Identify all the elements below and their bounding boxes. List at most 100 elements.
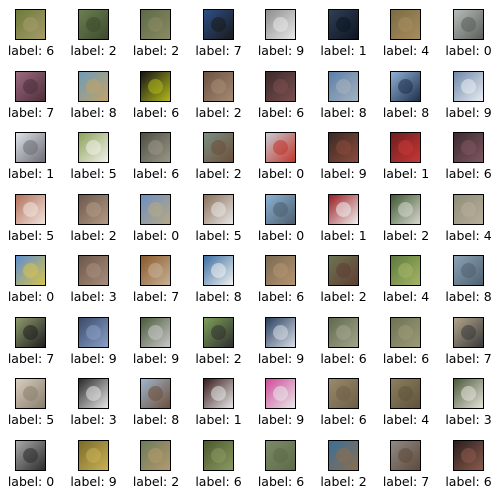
thumbnail-subject	[460, 263, 476, 278]
thumbnail-label: label: 2	[195, 104, 242, 120]
thumbnail-subject	[85, 324, 101, 340]
thumbnail-label: label: 6	[195, 473, 242, 489]
grid-cell: label: 3	[63, 378, 125, 440]
thumbnail-image	[15, 378, 46, 409]
grid-cell: label: 6	[188, 439, 250, 502]
grid-cell: label: 5	[63, 132, 125, 194]
thumbnail-label: label: 0	[7, 473, 55, 489]
thumbnail-image	[140, 255, 171, 286]
thumbnail-image	[390, 193, 421, 225]
thumbnail-subject	[210, 263, 226, 278]
thumbnail-image	[77, 255, 109, 286]
thumbnail-label: label: 2	[132, 473, 180, 489]
grid-cell: label: 5	[0, 193, 62, 256]
thumbnail-label: label: 7	[7, 350, 55, 366]
thumbnail-label: label: 1	[320, 227, 367, 243]
thumbnail-image	[327, 316, 359, 348]
thumbnail-subject	[210, 201, 226, 217]
thumbnail-label: label: 6	[7, 43, 55, 58]
thumbnail-subject	[398, 140, 413, 155]
thumbnail-label: label: 3	[445, 412, 492, 427]
grid-cell: label: 1	[313, 193, 375, 256]
grid-cell: label: 9	[250, 9, 312, 71]
thumbnail-image	[202, 132, 234, 163]
thumbnail-subject	[148, 447, 163, 463]
thumbnail-label: label: 2	[320, 289, 367, 304]
thumbnail-subject	[335, 386, 351, 401]
thumbnail-image	[390, 70, 421, 102]
grid-cell: label: 7	[438, 316, 500, 379]
thumbnail-image	[452, 255, 484, 286]
grid-cell: label: 2	[63, 9, 125, 71]
thumbnail-subject	[460, 17, 476, 32]
thumbnail-label: label: 9	[320, 166, 367, 181]
thumbnail-image	[265, 70, 296, 102]
thumbnail-subject	[273, 386, 288, 401]
grid-cell: label: 2	[63, 193, 125, 256]
thumbnail-image	[202, 316, 234, 348]
grid-cell: label: 7	[0, 70, 62, 133]
thumbnail-image	[327, 255, 359, 286]
thumbnail-label: label: 6	[257, 289, 305, 304]
grid-cell: label: 9	[250, 378, 312, 440]
grid-cell: label: 2	[188, 70, 250, 133]
thumbnail-subject	[210, 140, 226, 155]
grid-cell: label: 2	[375, 193, 437, 256]
thumbnail-subject	[148, 140, 163, 155]
thumbnail-image	[390, 316, 421, 348]
thumbnail-image	[140, 378, 171, 409]
grid-cell: label: 8	[125, 378, 187, 440]
thumbnail-image	[140, 316, 171, 348]
thumbnail-image	[452, 132, 484, 163]
thumbnail-subject	[210, 447, 226, 463]
thumbnail-label: label: 7	[195, 43, 242, 58]
thumbnail-label: label: 0	[7, 289, 55, 304]
thumbnail-image	[140, 70, 171, 102]
thumbnail-label: label: 4	[445, 227, 492, 243]
thumbnail-subject	[148, 263, 163, 278]
thumbnail-image	[15, 316, 46, 348]
thumbnail-image	[77, 378, 109, 409]
thumbnail-image	[15, 255, 46, 286]
thumbnail-label: label: 5	[7, 227, 55, 243]
thumbnail-label: label: 5	[70, 166, 117, 181]
thumbnail-subject	[273, 324, 288, 340]
thumbnail-subject	[148, 201, 163, 217]
grid-cell: label: 8	[438, 255, 500, 317]
thumbnail-image	[452, 9, 484, 40]
grid-cell: label: 0	[250, 132, 312, 194]
thumbnail-subject	[335, 447, 351, 463]
thumbnail-subject	[148, 78, 163, 94]
thumbnail-subject	[460, 78, 476, 94]
thumbnail-subject	[273, 263, 288, 278]
thumbnail-image	[390, 378, 421, 409]
thumbnail-subject	[335, 140, 351, 155]
grid-cell: label: 0	[250, 193, 312, 256]
thumbnail-label: label: 9	[257, 412, 305, 427]
thumbnail-image	[452, 70, 484, 102]
thumbnail-label: label: 7	[132, 289, 180, 304]
thumbnail-subject	[23, 17, 38, 32]
thumbnail-image	[202, 378, 234, 409]
thumbnail-image	[202, 9, 234, 40]
thumbnail-label: label: 6	[132, 166, 180, 181]
thumbnail-image	[15, 193, 46, 225]
thumbnail-label: label: 0	[132, 227, 180, 243]
thumbnail-subject	[398, 447, 413, 463]
grid-cell: label: 3	[63, 255, 125, 317]
thumbnail-image	[15, 9, 46, 40]
thumbnail-subject	[335, 201, 351, 217]
thumbnail-subject	[23, 140, 38, 155]
thumbnail-image	[452, 316, 484, 348]
thumbnail-image	[202, 439, 234, 471]
thumbnail-subject	[23, 386, 38, 401]
thumbnail-label: label: 2	[132, 43, 180, 58]
thumbnail-image	[327, 9, 359, 40]
thumbnail-subject	[335, 324, 351, 340]
grid-cell: label: 2	[125, 9, 187, 71]
thumbnail-label: label: 4	[382, 412, 430, 427]
thumbnail-image	[265, 255, 296, 286]
grid-cell: label: 2	[125, 439, 187, 502]
thumbnail-subject	[85, 447, 101, 463]
thumbnail-image	[265, 132, 296, 163]
